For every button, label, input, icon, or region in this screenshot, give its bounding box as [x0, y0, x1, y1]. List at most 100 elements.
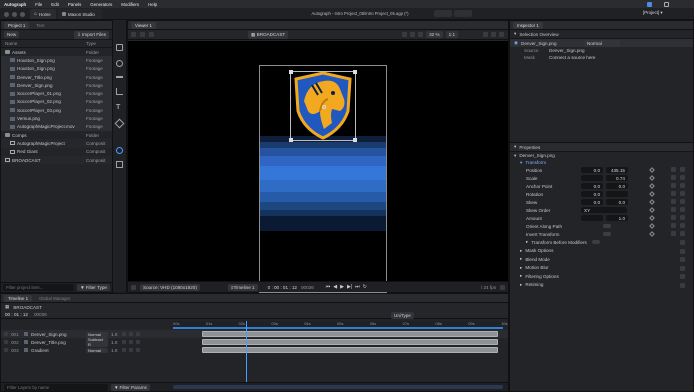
minimize-window-icon[interactable]: [12, 11, 17, 17]
properties-header[interactable]: ▾ Properties: [510, 143, 693, 152]
solo-icon[interactable]: [122, 332, 126, 336]
timeline-layer-row[interactable]: 003 Gradient Normal 1.0: [1, 346, 508, 354]
filter-params-button[interactable]: ▼ Filter Params: [111, 383, 150, 391]
reset-icon[interactable]: [680, 231, 685, 236]
animate-icon[interactable]: [671, 223, 676, 228]
play-icon[interactable]: ▶: [340, 284, 344, 290]
import-files-button[interactable]: ⇩Import Files: [74, 30, 109, 39]
work-area-bar[interactable]: [173, 327, 503, 329]
property-value-y[interactable]: 0.0: [606, 199, 628, 205]
view-mode-icon[interactable]: [131, 32, 136, 37]
keyframe-icon[interactable]: [649, 215, 655, 221]
property-value-x[interactable]: 0.0: [581, 191, 603, 197]
text-tool-icon[interactable]: T: [116, 104, 120, 111]
menu-modifiers[interactable]: Modifiers: [121, 2, 139, 7]
property-value-x[interactable]: XY: [581, 207, 627, 213]
reset-icon[interactable]: [680, 215, 685, 220]
property-toggle[interactable]: [603, 224, 611, 228]
animate-icon[interactable]: [671, 215, 676, 220]
project-item[interactable]: Versus.png Footage: [1, 114, 112, 123]
reset-icon[interactable]: [680, 167, 685, 172]
orbit-tool-icon[interactable]: [116, 161, 123, 168]
keyframe-icon[interactable]: [649, 175, 655, 181]
property-value-y[interactable]: 1.0: [606, 215, 628, 221]
timeline-timecode[interactable]: 00 : 01 : 12: [5, 312, 28, 317]
property-section[interactable]: ▸ Filtering Options: [510, 272, 693, 281]
layer-blend-mode[interactable]: Normal: [86, 331, 108, 337]
keyframe-icon[interactable]: [649, 167, 655, 173]
resolution-select[interactable]: 1:1: [445, 31, 458, 38]
selection-overview-header[interactable]: ▾ Selection Overview: [510, 30, 693, 39]
overview-layer-row[interactable]: ◉ Denver_Sign.png Normal: [510, 39, 693, 47]
tab-project[interactable]: Project 1: [4, 21, 30, 29]
layout-button-1[interactable]: [434, 10, 452, 17]
animate-icon[interactable]: [671, 199, 676, 204]
shape-tool-icon[interactable]: [116, 88, 123, 95]
handle-bottom-right[interactable]: [353, 138, 357, 142]
project-item[interactable]: Denver_Sign.png Footage: [1, 81, 112, 90]
section-menu-icon[interactable]: [680, 282, 685, 288]
property-value-y[interactable]: 435.15: [606, 167, 628, 173]
project-menu[interactable]: [Project] ▾: [643, 10, 663, 16]
close-window-icon[interactable]: [4, 11, 9, 17]
property-toggle[interactable]: [603, 232, 611, 236]
property-value-x[interactable]: [581, 215, 603, 221]
playhead[interactable]: [246, 321, 247, 383]
layer-blend-mode[interactable]: Normal: [86, 347, 108, 353]
property-value-x[interactable]: 0.0: [581, 183, 603, 189]
property-section[interactable]: ▸ Motion Blur: [510, 264, 693, 273]
zoom-select[interactable]: 32 %: [426, 31, 443, 38]
tab-inspector[interactable]: Inspector 1: [513, 21, 543, 29]
source-value[interactable]: Denver_Sign.png: [549, 48, 689, 53]
reset-icon[interactable]: [680, 199, 685, 204]
pan-tool-icon[interactable]: [116, 60, 123, 67]
filter-type-button[interactable]: ▼ Filter Type: [77, 284, 110, 291]
reset-icon[interactable]: [680, 175, 685, 180]
visibility-icon[interactable]: [4, 340, 8, 344]
property-value-x[interactable]: 0.0: [581, 167, 603, 173]
go-to-end-icon[interactable]: ⏭: [355, 284, 360, 290]
tab-text[interactable]: Text: [32, 22, 48, 29]
next-frame-icon[interactable]: ▶|: [347, 284, 352, 290]
project-item[interactable]: SoccerPlayer_01.png Footage: [1, 89, 112, 98]
project-item[interactable]: AutographMagicProject Composit: [1, 139, 112, 148]
section-menu-icon[interactable]: [680, 257, 685, 262]
section-menu-icon[interactable]: [680, 248, 685, 254]
handle-top-left[interactable]: [289, 70, 293, 74]
viewer-timecode[interactable]: 0 : 00 : 01 : 12: [268, 285, 297, 290]
timeline-select[interactable]: ≡ Timeline 1: [227, 283, 258, 291]
select-tool-icon[interactable]: [116, 44, 123, 51]
visibility-icon[interactable]: [4, 332, 8, 336]
comp-breadcrumb[interactable]: ▦ BROADCAST: [248, 30, 289, 39]
reset-icon[interactable]: [680, 207, 685, 212]
animate-icon[interactable]: [671, 183, 676, 188]
property-value-y[interactable]: [606, 191, 628, 197]
reset-icon[interactable]: [680, 183, 685, 188]
tab-viewer[interactable]: Viewer 1: [131, 21, 157, 29]
animate-icon[interactable]: [671, 207, 676, 212]
keyframe-icon[interactable]: [649, 207, 655, 213]
animate-icon[interactable]: [671, 167, 676, 172]
section-menu-icon[interactable]: [680, 265, 685, 271]
keyframe-icon[interactable]: [649, 223, 655, 229]
menu-generators[interactable]: Generators: [90, 2, 112, 7]
handle-bottom-left[interactable]: [289, 138, 293, 142]
safe-area-icon[interactable]: [491, 32, 496, 37]
animate-icon[interactable]: [671, 175, 676, 180]
channel-icon[interactable]: [140, 32, 145, 37]
pen-tool-icon[interactable]: [116, 76, 123, 78]
project-item[interactable]: Red Giant Composit: [1, 148, 112, 156]
project-item[interactable]: SoccerPlayer_02.png Footage: [1, 97, 112, 107]
animate-icon[interactable]: [671, 231, 676, 236]
tab-home[interactable]: ⌂ Home: [30, 9, 56, 19]
reset-icon[interactable]: [680, 191, 685, 196]
section-menu-icon[interactable]: [680, 240, 685, 245]
property-section[interactable]: ▸ Blend Mode: [510, 255, 693, 264]
column-name[interactable]: Name: [5, 41, 86, 46]
overview-blend-mode[interactable]: Normal: [584, 39, 621, 47]
selection-bounding-box[interactable]: [289, 70, 357, 142]
project-item[interactable]: Houston_Sign.png Footage: [1, 56, 112, 65]
layer-opacity[interactable]: 1.0: [111, 348, 119, 353]
menu-file[interactable]: File: [35, 2, 42, 7]
region-icon[interactable]: [149, 32, 154, 37]
